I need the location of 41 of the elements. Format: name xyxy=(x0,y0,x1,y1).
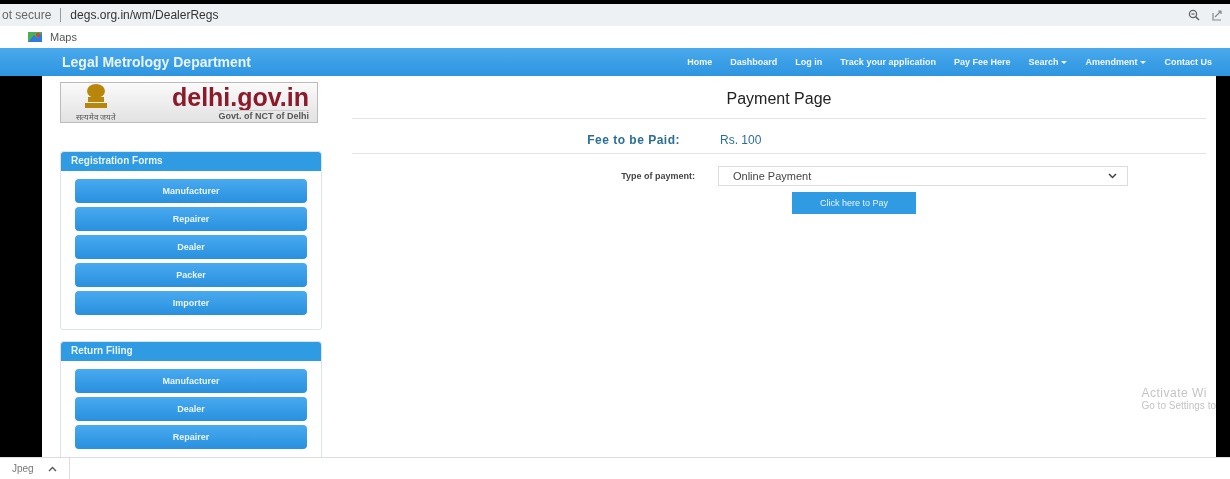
zoom-icon[interactable] xyxy=(1188,9,1200,21)
sidebar-button[interactable]: Manufacturer xyxy=(75,369,307,393)
logo-banner[interactable]: सत्यमेव जयते delhi.gov.in Govt. of NCT of Delhi xyxy=(60,82,318,123)
panel-header: Return Filing xyxy=(61,342,321,361)
sidebar-button[interactable]: Packer xyxy=(75,263,307,287)
sidebar-button[interactable]: Dealer xyxy=(75,235,307,259)
panel-header: Registration Forms xyxy=(61,152,321,171)
nav-link[interactable]: Log in xyxy=(795,57,823,67)
map-icon xyxy=(28,32,42,42)
nav-link[interactable]: Search xyxy=(1028,57,1068,67)
payment-type-select[interactable]: Online Payment xyxy=(718,166,1128,186)
url-text: degs.org.in/wm/DealerRegs xyxy=(70,8,219,22)
nav-link[interactable]: Pay Fee Here xyxy=(953,57,1011,67)
security-label: ot secure xyxy=(2,8,52,22)
fee-value: Rs. 100 xyxy=(720,133,762,147)
pay-button[interactable]: Click here to Pay xyxy=(792,192,916,214)
emblem-caption: सत्यमेव जयते xyxy=(75,112,117,122)
sidebar-button[interactable]: Manufacturer xyxy=(75,179,307,203)
share-icon[interactable] xyxy=(1212,9,1222,21)
fee-label: Fee to be Paid: xyxy=(586,133,680,147)
caret-down-icon xyxy=(1061,60,1068,64)
nav-link[interactable]: Track your application xyxy=(840,57,936,67)
sidebar-button[interactable]: Importer xyxy=(75,291,307,315)
caret-down-icon xyxy=(1140,60,1147,64)
sidebar-button[interactable]: Dealer xyxy=(75,397,307,421)
nav-link[interactable]: Home xyxy=(687,57,713,67)
page-title: Payment Page xyxy=(352,76,1206,119)
sidebar-button[interactable]: Repairer xyxy=(75,425,307,449)
nav-link[interactable]: Dashboard xyxy=(730,57,778,67)
activation-notice: Activate Wi xyxy=(1141,386,1208,400)
chevron-down-icon xyxy=(1108,173,1117,179)
download-item[interactable]: Jpeg xyxy=(0,458,70,479)
caret-up-icon xyxy=(47,465,57,472)
nav-link[interactable]: Contact Us xyxy=(1164,57,1212,67)
site-title[interactable]: Legal Metrology Department xyxy=(62,54,688,70)
payment-type-label: Type of payment: xyxy=(620,171,695,181)
bookmark-link[interactable]: Maps xyxy=(28,31,77,43)
sidebar-button[interactable]: Repairer xyxy=(75,207,307,231)
address-bar[interactable]: ot secure degs.org.in/wm/DealerRegs xyxy=(0,4,1230,26)
logo-subtitle: Govt. of NCT of Delhi xyxy=(218,110,309,121)
nav-link[interactable]: Amendment xyxy=(1085,57,1147,67)
